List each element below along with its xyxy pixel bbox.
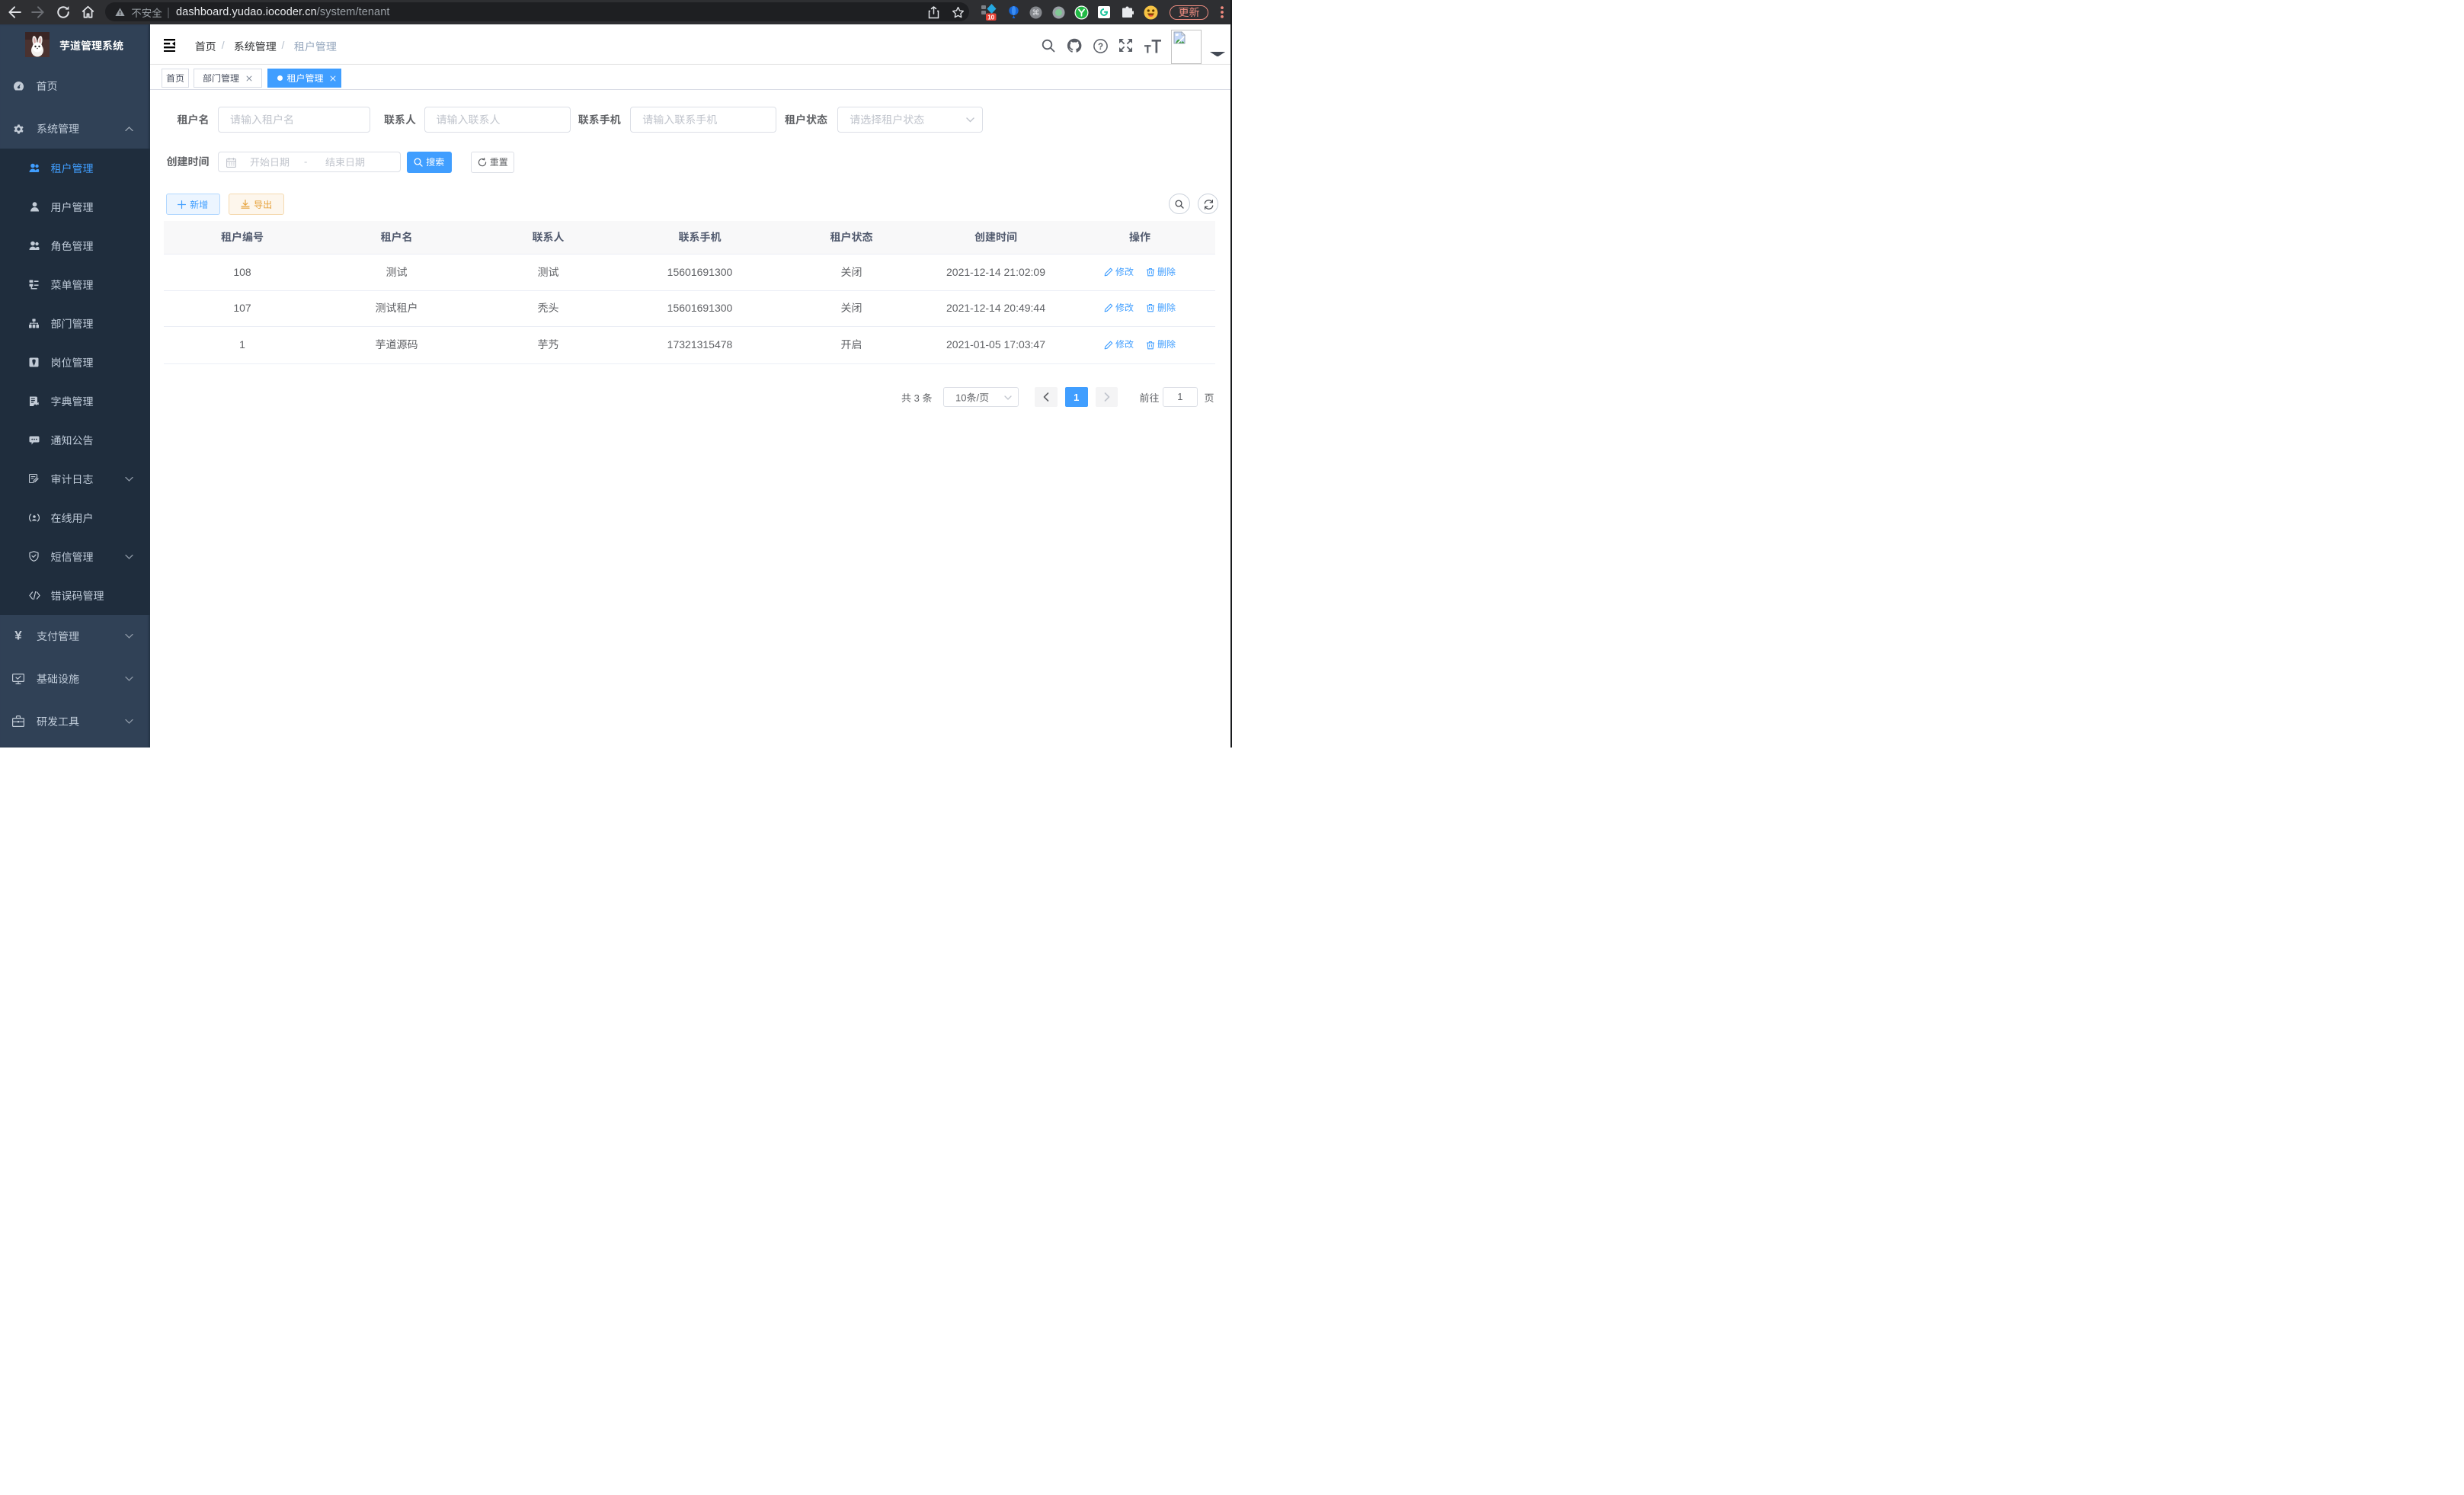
svg-text:10: 10 bbox=[987, 14, 994, 21]
svg-text:⌘: ⌘ bbox=[1032, 9, 1040, 18]
svg-text:?: ? bbox=[1098, 42, 1103, 51]
svg-text:¥: ¥ bbox=[14, 629, 22, 642]
